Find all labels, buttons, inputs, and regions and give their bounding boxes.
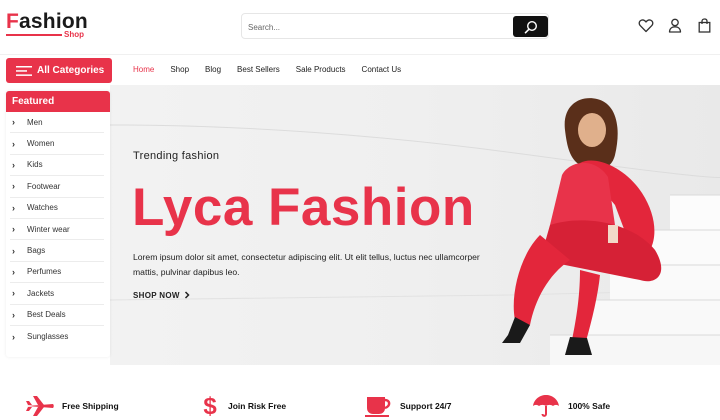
hero-banner: Trending fashion Lyca Fashion Lorem ipsu… [110,85,720,365]
sidebar-item-jackets[interactable]: › Jackets [10,283,104,305]
logo-underline [6,34,62,36]
cart-button[interactable] [695,16,713,34]
search-icon [524,20,537,33]
account-button[interactable] [666,16,684,34]
brand-logo[interactable]: Fashion Shop [6,10,96,42]
sidebar-item-label: Sunglasses [27,332,69,342]
main-nav: Home Shop Blog Best Sellers Sale Product… [133,65,417,74]
all-categories-button[interactable]: All Categories [6,58,112,83]
chevron-right-icon: › [12,309,15,320]
sidebar-item-label: Perfumes [27,267,62,277]
user-icon [668,18,682,33]
shop-now-button[interactable]: SHOP NOW [133,291,190,300]
all-categories-label: All Categories [37,65,105,76]
nav-shop[interactable]: Shop [170,65,189,74]
sidebar-item-label: Men [27,117,43,127]
chevron-right-icon: › [12,181,15,192]
chevron-right-icon: › [12,288,15,299]
chevron-right-icon: › [12,117,15,128]
search-bar [241,13,549,39]
features-strip: Free Shipping $ Join Risk Free Support 2… [0,392,720,420]
airplane-icon [26,396,54,416]
chevron-right-icon: › [12,138,15,149]
nav-home[interactable]: Home [133,65,154,74]
sidebar-title: Featured [6,91,110,112]
chevron-right-icon: › [12,245,15,256]
coffee-cup-icon [365,397,391,417]
featured-categories-sidebar: Featured › Men › Women › Kids › Footwear › Wa… [6,91,110,357]
feature-free-shipping: Free Shipping [26,392,119,420]
sidebar-item-footwear[interactable]: › Footwear [10,176,104,198]
chevron-right-icon: › [12,224,15,235]
chevron-right-icon: › [12,159,15,170]
chevron-right-icon: › [12,266,15,277]
sidebar-item-label: Best Deals [27,310,66,320]
feature-join-risk-free: $ Join Risk Free [200,392,286,420]
chevron-right-icon: › [12,331,15,342]
sidebar-item-watches[interactable]: › Watches [10,198,104,219]
wishlist-button[interactable] [637,16,655,34]
sidebar-item-label: Jackets [27,288,55,298]
heart-icon [638,18,654,32]
shop-now-label: SHOP NOW [133,291,180,300]
logo-first-letter: F [6,10,20,33]
sidebar-item-label: Kids [27,160,43,170]
sidebar-item-winter-wear[interactable]: › Winter wear [10,219,104,241]
sidebar-item-label: Footwear [27,181,61,191]
feature-label: Join Risk Free [228,401,287,411]
hero-kicker: Trending fashion [133,150,220,162]
svg-text:$: $ [203,394,217,418]
search-input[interactable] [248,18,508,36]
logo-subtext: Shop [64,30,84,39]
sidebar-item-bags[interactable]: › Bags [10,240,104,262]
menu-icon [16,65,32,76]
sidebar-item-men[interactable]: › Men [10,112,104,134]
chevron-right-icon [185,291,190,299]
sidebar-item-label: Winter wear [27,224,70,234]
nav-blog[interactable]: Blog [205,65,221,74]
hero-description: Lorem ipsum dolor sit amet, consectetur … [133,252,480,277]
umbrella-icon [533,395,559,417]
chevron-right-icon: › [12,202,15,213]
sidebar-item-sunglasses[interactable]: › Sunglasses [10,326,104,347]
shopping-bag-icon [698,17,710,33]
top-header: Fashion Shop [0,0,720,54]
navigation-bar: All Categories Home Shop Blog Best Selle… [0,54,720,86]
feature-label: 100% Safe [568,401,611,411]
dollar-icon: $ [203,394,217,418]
nav-best-sellers[interactable]: Best Sellers [237,65,280,74]
sidebar-item-kids[interactable]: › Kids [10,155,104,177]
nav-sale-products[interactable]: Sale Products [296,65,346,74]
nav-contact-us[interactable]: Contact Us [362,65,402,74]
feature-label: Support 24/7 [400,401,452,411]
feature-support: Support 24/7 [364,392,451,420]
sidebar-item-label: Watches [27,203,58,213]
sidebar-item-perfumes[interactable]: › Perfumes [10,262,104,284]
feature-label: Free Shipping [62,401,119,411]
sidebar-item-women[interactable]: › Women [10,133,104,155]
sidebar-item-label: Women [27,139,55,149]
search-button[interactable] [513,16,548,37]
hero-title: Lyca Fashion [132,178,475,237]
feature-100-safe: 100% Safe [532,392,610,420]
sidebar-item-label: Bags [27,246,46,256]
sidebar-item-best-deals[interactable]: › Best Deals [10,305,104,326]
